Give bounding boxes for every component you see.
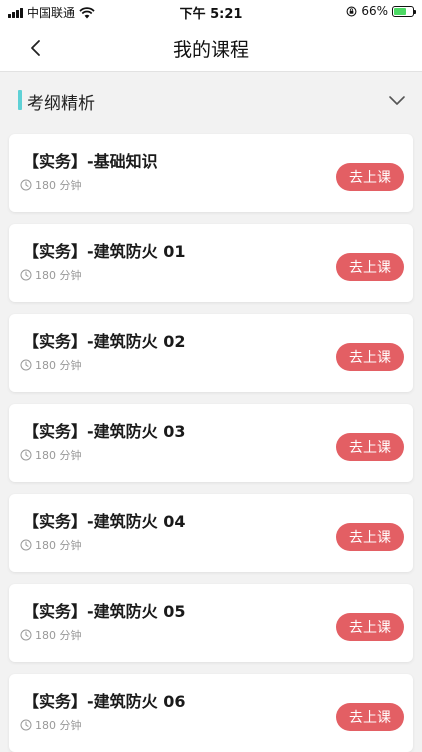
go-to-class-button[interactable]: 去上课 bbox=[336, 523, 404, 551]
course-title: 【实务】-建筑防火 04 bbox=[23, 512, 186, 531]
course-duration: 180 分钟 bbox=[20, 267, 82, 283]
course-card[interactable]: 【实务】-建筑防火 02 180 分钟 去上课 bbox=[9, 314, 413, 392]
battery-percent: 66% bbox=[361, 4, 388, 18]
clock-icon bbox=[20, 539, 32, 551]
course-title: 【实务】-建筑防火 01 bbox=[23, 242, 186, 261]
course-card[interactable]: 【实务】-基础知识 180 分钟 去上课 bbox=[9, 134, 413, 212]
go-to-class-button[interactable]: 去上课 bbox=[336, 163, 404, 191]
clock-icon bbox=[20, 629, 32, 641]
clock-icon bbox=[20, 449, 32, 461]
course-card[interactable]: 【实务】-建筑防火 01 180 分钟 去上课 bbox=[9, 224, 413, 302]
course-duration: 180 分钟 bbox=[20, 177, 82, 193]
course-card[interactable]: 【实务】-建筑防火 06 180 分钟 去上课 bbox=[9, 674, 413, 752]
duration-label: 180 分钟 bbox=[35, 629, 82, 642]
clock-icon bbox=[20, 719, 32, 731]
duration-label: 180 分钟 bbox=[35, 539, 82, 552]
course-title: 【实务】-建筑防火 06 bbox=[23, 692, 186, 711]
page-title: 我的课程 bbox=[172, 39, 249, 61]
battery-icon bbox=[392, 5, 416, 17]
duration-label: 180 分钟 bbox=[35, 719, 82, 732]
course-title: 【实务】-建筑防火 03 bbox=[23, 422, 186, 441]
chevron-down-icon bbox=[389, 96, 405, 105]
course-card[interactable]: 【实务】-建筑防火 04 180 分钟 去上课 bbox=[9, 494, 413, 572]
duration-label: 180 分钟 bbox=[35, 449, 82, 462]
go-to-class-button[interactable]: 去上课 bbox=[336, 253, 404, 281]
section-accent-bar bbox=[18, 90, 22, 110]
go-to-class-button[interactable]: 去上课 bbox=[336, 613, 404, 641]
rotation-lock-icon bbox=[346, 6, 357, 16]
section-title: 考纲精析 bbox=[27, 94, 95, 114]
status-bar: 中国联通 下午 5:21 66% bbox=[0, 0, 422, 24]
course-title: 【实务】-建筑防火 02 bbox=[23, 332, 186, 351]
course-duration: 180 分钟 bbox=[20, 447, 82, 463]
course-title: 【实务】-建筑防火 05 bbox=[23, 602, 186, 621]
section-header[interactable]: 考纲精析 bbox=[0, 72, 422, 128]
course-card[interactable]: 【实务】-建筑防火 03 180 分钟 去上课 bbox=[9, 404, 413, 482]
status-right: 66% bbox=[346, 4, 416, 18]
duration-label: 180 分钟 bbox=[35, 359, 82, 372]
course-title: 【实务】-基础知识 bbox=[23, 152, 158, 171]
duration-label: 180 分钟 bbox=[35, 269, 82, 282]
go-to-class-button[interactable]: 去上课 bbox=[336, 343, 404, 371]
clock-icon bbox=[20, 269, 32, 281]
clock-icon bbox=[20, 359, 32, 371]
course-card[interactable]: 【实务】-建筑防火 05 180 分钟 去上课 bbox=[9, 584, 413, 662]
course-duration: 180 分钟 bbox=[20, 537, 82, 553]
course-duration: 180 分钟 bbox=[20, 357, 82, 373]
course-duration: 180 分钟 bbox=[20, 717, 82, 733]
clock-icon bbox=[20, 179, 32, 191]
collapse-toggle[interactable] bbox=[386, 90, 408, 110]
go-to-class-button[interactable]: 去上课 bbox=[336, 433, 404, 461]
go-to-class-button[interactable]: 去上课 bbox=[336, 703, 404, 731]
nav-bar: 我的课程 bbox=[0, 24, 422, 72]
duration-label: 180 分钟 bbox=[35, 179, 82, 192]
course-duration: 180 分钟 bbox=[20, 627, 82, 643]
